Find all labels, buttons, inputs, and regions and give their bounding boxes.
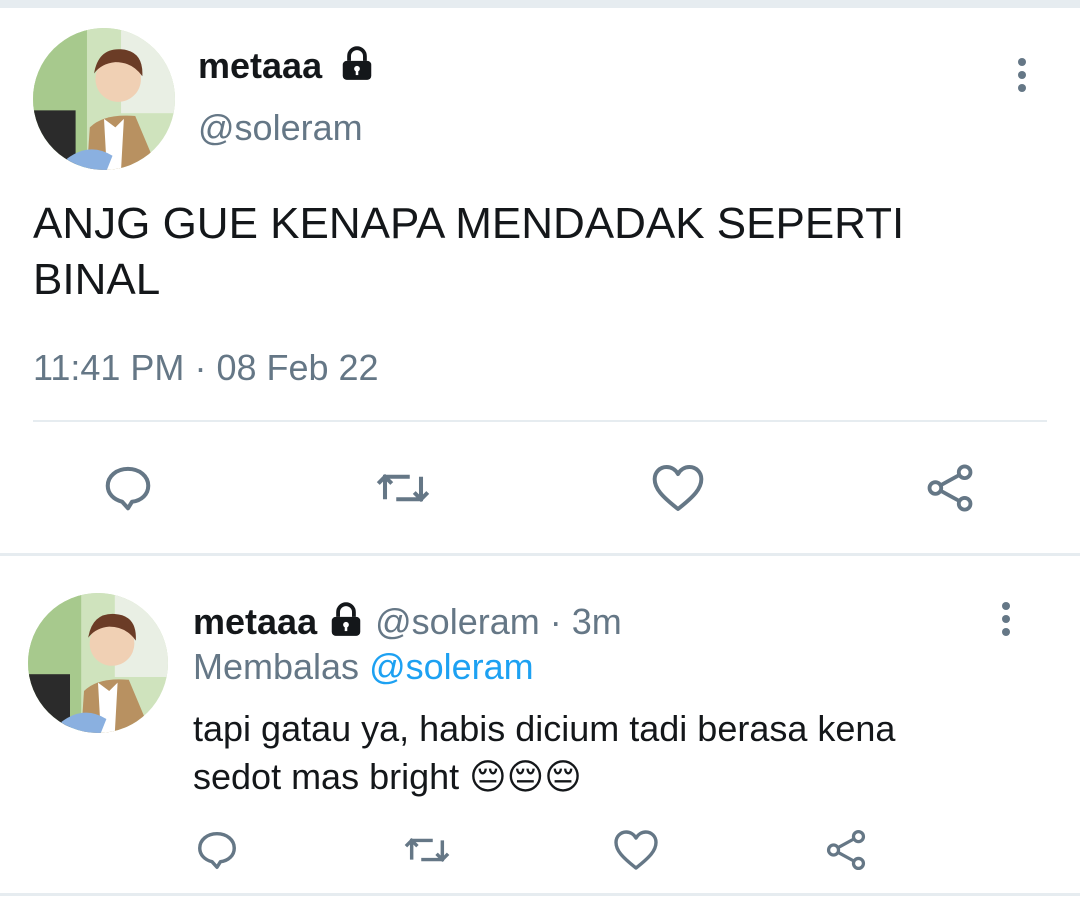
retweet-icon[interactable] [400,825,454,875]
display-name[interactable]: metaaa [193,601,317,642]
retweet-icon[interactable] [373,460,433,516]
lock-icon [331,602,361,637]
more-vertical-icon[interactable] [1016,58,1028,97]
share-icon[interactable] [822,825,870,875]
reply-text: tapi gatau ya, habis dicium tadi berasa … [193,708,896,797]
tweet-text: ANJG GUE KENAPA MENDADAK SEPERTI BINAL [33,199,905,304]
reply-bubble-icon[interactable] [100,460,156,516]
avatar-photo [33,28,175,170]
heart-icon[interactable] [650,460,706,516]
dot-separator: · [549,601,562,642]
top-divider [0,0,1080,8]
replying-prefix: Membalas [193,646,360,687]
heart-icon[interactable] [611,825,661,875]
more-vertical-icon[interactable] [1000,602,1012,641]
handle[interactable]: @soleram [375,601,540,642]
actions-divider [33,420,1047,422]
reply-header: metaaa @soleram · 3m [193,600,622,644]
display-name[interactable]: metaaa [198,44,376,88]
time: 11:41 PM [33,347,185,388]
display-name-text: metaaa [198,45,323,86]
replying-to-handle[interactable]: @soleram [369,646,534,687]
lock-icon [342,46,372,81]
section-divider [0,553,1080,556]
avatar-photo [28,593,168,733]
share-icon[interactable] [922,460,978,516]
replying-to: Membalas @soleram [193,645,534,689]
time-ago: 3m [571,601,622,642]
avatar[interactable] [28,593,168,733]
reply-bubble-icon[interactable] [192,825,242,875]
date: 08 Feb 22 [216,347,379,388]
handle[interactable]: @soleram [198,106,363,150]
bottom-divider [0,893,1080,896]
timestamp: 11:41 PM · 08 Feb 22 [33,346,379,390]
avatar[interactable] [33,28,175,170]
dot-separator: · [194,347,207,388]
